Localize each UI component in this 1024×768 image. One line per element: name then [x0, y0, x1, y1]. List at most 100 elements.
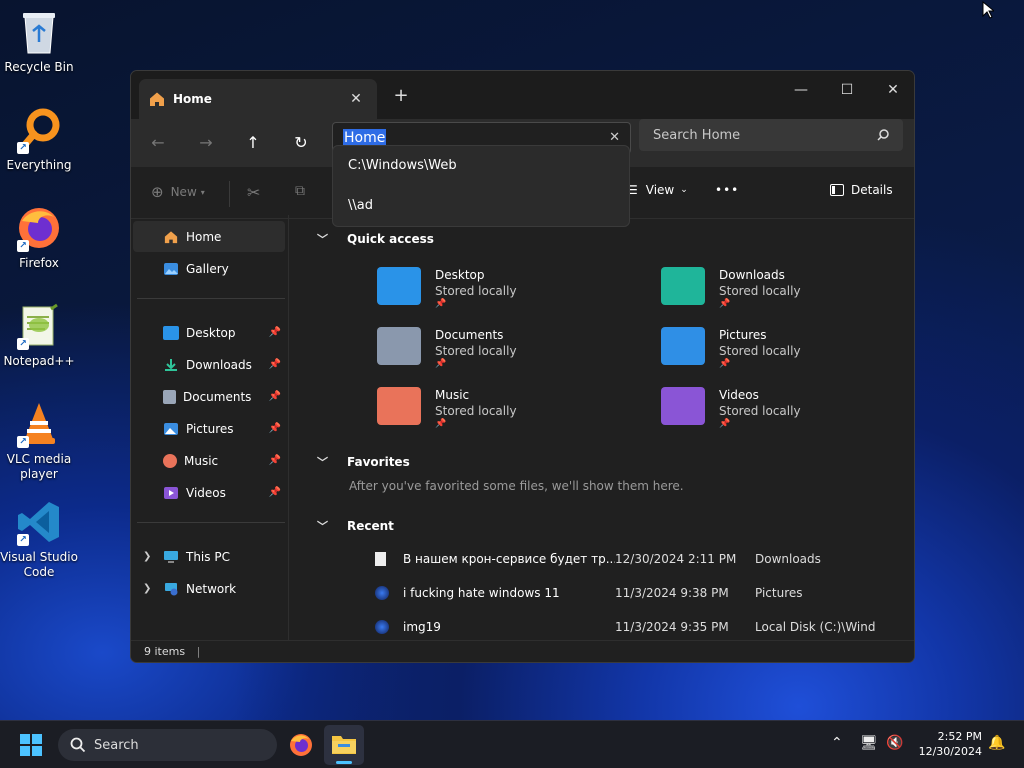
item-status: Stored locally: [435, 344, 517, 358]
volume-muted-icon[interactable]: 🔇: [886, 735, 903, 751]
sidebar-item-label: Downloads: [186, 357, 252, 372]
item-status: Stored locally: [719, 404, 801, 418]
close-button[interactable]: ✕: [870, 75, 914, 105]
pin-icon[interactable]: 📌: [269, 327, 281, 338]
tab-close-button[interactable]: ✕: [345, 91, 367, 107]
quick-access-item-music[interactable]: Music Stored locally 📌: [377, 387, 617, 443]
copy-button[interactable]: ⧉: [295, 183, 305, 199]
quick-access-item-desktop[interactable]: Desktop Stored locally 📌: [377, 267, 617, 323]
sidebar-item-label: Desktop: [186, 325, 236, 340]
clock-date: 12/30/2024: [918, 745, 982, 758]
section-quick-access[interactable]: ﹀ Quick access: [317, 231, 434, 247]
desktop-icon-label: Notepad++: [3, 354, 75, 368]
quick-access-item-pictures[interactable]: Pictures Stored locally 📌: [661, 327, 901, 383]
vscode-icon: ↗: [15, 498, 63, 546]
home-icon: [164, 230, 178, 243]
quick-access-item-videos[interactable]: Videos Stored locally 📌: [661, 387, 901, 443]
sidebar-item-downloads[interactable]: Downloads 📌: [133, 349, 285, 380]
refresh-button[interactable]: ↻: [286, 131, 316, 155]
details-button[interactable]: Details: [830, 183, 893, 197]
pin-icon[interactable]: 📌: [269, 423, 281, 434]
network-icon: [165, 582, 178, 595]
maximize-button[interactable]: ☐: [824, 75, 870, 105]
network-status-icon[interactable]: 🖥: [860, 735, 878, 751]
taskbar-search[interactable]: Search: [58, 729, 277, 761]
plus-circle-icon: ⊕: [151, 183, 164, 201]
pin-icon: 📌: [435, 299, 447, 309]
desktop-folder-icon: [163, 325, 179, 340]
section-title: Favorites: [347, 455, 410, 469]
sidebar-item-desktop[interactable]: Desktop 📌: [133, 317, 285, 348]
new-tab-button[interactable]: +: [389, 85, 413, 109]
quick-access-item-downloads[interactable]: Downloads Stored locally 📌: [661, 267, 901, 323]
desktop-icon-everything[interactable]: ↗ Everything: [0, 106, 78, 173]
more-options-button[interactable]: •••: [715, 183, 739, 197]
notification-bell-icon[interactable]: 🔔: [988, 735, 1005, 751]
desktop-icon-vscode[interactable]: ↗ Visual Studio Code: [0, 498, 78, 580]
start-button[interactable]: [20, 734, 42, 759]
computer-icon: [164, 550, 178, 563]
sidebar-item-gallery[interactable]: Gallery: [133, 253, 285, 284]
address-suggestion[interactable]: C:\Windows\Web: [333, 152, 629, 192]
pin-icon[interactable]: 📌: [269, 455, 281, 466]
taskbar-firefox[interactable]: [288, 732, 314, 761]
sidebar-item-home[interactable]: Home: [133, 221, 285, 252]
sidebar-item-documents[interactable]: Documents 📌: [133, 381, 285, 412]
pin-icon: 📌: [719, 299, 731, 309]
desktop-icon-notepadpp[interactable]: ↗ Notepad++: [0, 302, 78, 369]
new-button[interactable]: ⊕ New ▾: [151, 183, 205, 201]
quick-access-item-documents[interactable]: Documents Stored locally 📌: [377, 327, 617, 383]
desktop-icon-recycle-bin[interactable]: Recycle Bin: [0, 8, 78, 75]
download-icon: [165, 358, 177, 371]
minimize-button[interactable]: —: [778, 75, 824, 105]
status-bar: 9 items |: [131, 640, 914, 662]
recycle-bin-icon: [15, 8, 63, 56]
active-indicator: [336, 761, 352, 764]
file-location: Pictures: [755, 586, 803, 600]
desktop-icon-firefox[interactable]: ↗ Firefox: [0, 204, 78, 271]
address-clear-button[interactable]: ✕: [609, 130, 620, 145]
content-pane: ﹀ Quick access Desktop Stored locally 📌 …: [291, 215, 914, 642]
pin-icon[interactable]: 📌: [269, 487, 281, 498]
home-icon: [150, 92, 164, 106]
show-hidden-icons-button[interactable]: ⌃: [831, 735, 843, 751]
document-icon: [163, 389, 176, 404]
chevron-right-icon[interactable]: ❯: [143, 583, 151, 594]
address-suggestion[interactable]: \\ad: [333, 192, 629, 232]
details-pane-icon: [830, 184, 844, 196]
address-suggestions-dropdown: C:\Windows\Web \\ad: [332, 145, 630, 227]
up-button[interactable]: ↑: [238, 131, 268, 155]
search-placeholder: Search Home: [653, 127, 741, 143]
sidebar-item-videos[interactable]: Videos 📌: [133, 477, 285, 508]
file-date: 12/30/2024 2:11 PM: [615, 552, 737, 566]
sidebar-item-label: Network: [186, 581, 237, 596]
recent-row[interactable]: В нашем крон-сервисе будет тр... 12/30/2…: [375, 544, 895, 574]
clock[interactable]: 2:52 PM 12/30/2024: [919, 729, 982, 759]
file-explorer-icon: [332, 736, 356, 754]
view-button[interactable]: ☰ View ⌄: [627, 183, 688, 197]
videos-icon: [164, 486, 178, 499]
sidebar-item-pictures[interactable]: Pictures 📌: [133, 413, 285, 444]
sidebar-item-network[interactable]: ❯ Network: [133, 573, 285, 604]
section-favorites[interactable]: ﹀ Favorites: [317, 454, 410, 470]
taskbar-file-explorer[interactable]: [324, 725, 364, 765]
view-label: View: [645, 183, 675, 197]
pin-icon: 📌: [435, 359, 447, 369]
cut-button[interactable]: ✂: [247, 183, 260, 202]
sidebar-item-label: Home: [186, 229, 222, 244]
chevron-right-icon[interactable]: ❯: [143, 551, 151, 562]
pin-icon[interactable]: 📌: [269, 359, 281, 370]
pin-icon[interactable]: 📌: [269, 391, 281, 402]
tab-home[interactable]: Home ✕: [139, 79, 377, 119]
sidebar-item-this-pc[interactable]: ❯ This PC: [133, 541, 285, 572]
pin-icon: 📌: [435, 419, 447, 429]
search-input[interactable]: Search Home: [639, 119, 903, 151]
desktop-icon-vlc[interactable]: ↗ VLC media player: [0, 400, 78, 482]
back-button[interactable]: ←: [143, 131, 173, 155]
forward-button[interactable]: →: [191, 131, 221, 155]
recent-row[interactable]: img19 11/3/2024 9:35 PM Local Disk (C:)\…: [375, 612, 895, 642]
divider: [137, 298, 285, 299]
section-recent[interactable]: ﹀ Recent: [317, 518, 394, 534]
sidebar-item-music[interactable]: Music 📌: [133, 445, 285, 476]
recent-row[interactable]: i fucking hate windows 11 11/3/2024 9:38…: [375, 578, 895, 608]
